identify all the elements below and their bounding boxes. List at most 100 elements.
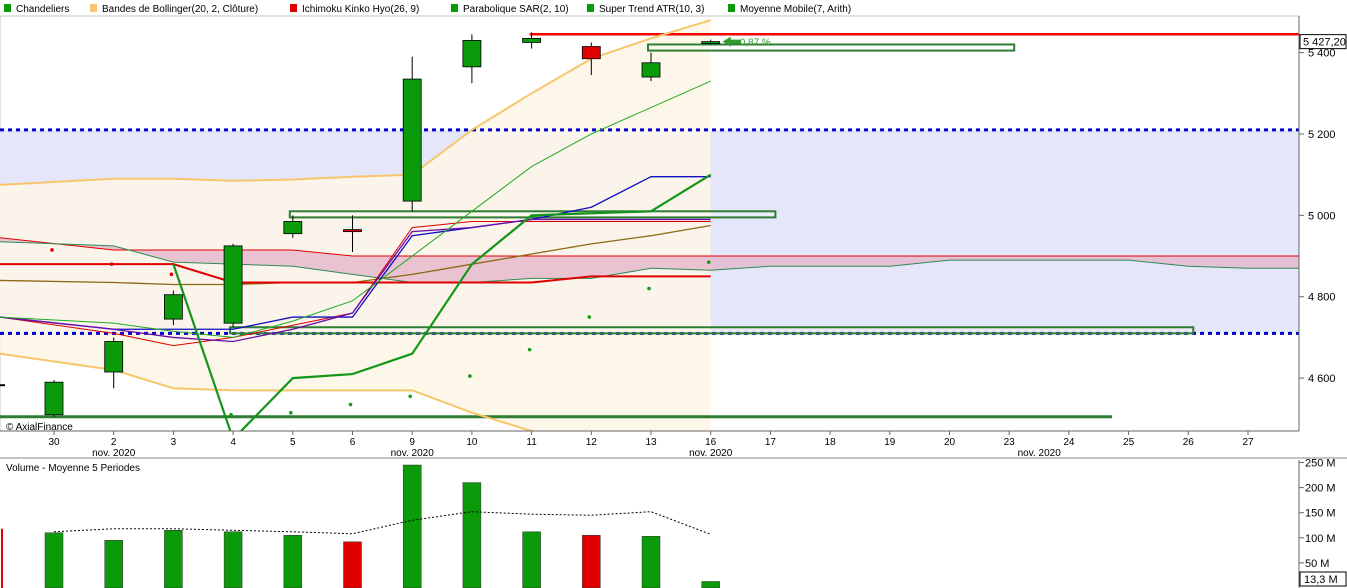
candle-body [44, 381, 64, 416]
legend-label: Bandes de Bollinger(20, 2, Clôture) [102, 4, 258, 15]
support-zone [647, 43, 1016, 52]
candle-body [581, 46, 601, 60]
candle-body [104, 341, 124, 373]
sar-icon [451, 4, 458, 12]
sar-dot [169, 272, 174, 277]
volume-bar [164, 530, 183, 588]
volume-tick-label: 200 M [1305, 483, 1336, 495]
sar-dot [468, 374, 472, 378]
volume-bar [402, 464, 422, 588]
date-tick-label: 27 [1242, 437, 1254, 448]
date-tick-label: 30 [48, 437, 60, 448]
date-tick-label: 16 [705, 437, 717, 448]
date-tick-label: 5 [290, 437, 296, 448]
volume-tick-label: 150 M [1305, 508, 1336, 520]
date-tick-label: 4 [230, 437, 236, 448]
candle-body [462, 40, 482, 68]
volume-tick-label: 250 M [1305, 458, 1336, 470]
volume-last-label: 13,3 M [1304, 574, 1338, 586]
volume-bar [223, 531, 243, 588]
support-zone [229, 326, 1195, 335]
volume-tick-label: 50 M [1305, 558, 1329, 570]
sar-dot [50, 248, 54, 252]
volume-bar [462, 482, 482, 588]
candle [402, 56, 422, 212]
volume-bar [44, 532, 64, 588]
legend-label: Moyenne Mobile(7, Arith) [740, 4, 851, 15]
sar-dot [706, 260, 711, 264]
candle-icon [4, 4, 11, 12]
price-tick-label: 5 000 [1308, 210, 1336, 222]
watermark: © AxialFinance [6, 422, 73, 433]
volume-bar [701, 581, 720, 588]
date-tick-label: 18 [825, 437, 837, 448]
price-tick-label: 4 600 [1308, 373, 1336, 385]
legend-label: Parabolique SAR(2, 10) [463, 4, 569, 15]
volume-axis: 50 M 100 M 150 M 200 M 250 M 13,3 M [1298, 458, 1347, 588]
month-label: nov. 2020 [1018, 448, 1062, 459]
ma-icon [728, 4, 735, 12]
legend: Chandeliers Bandes de Bollinger(20, 2, Cl… [4, 4, 851, 15]
date-tick-label: 19 [884, 437, 896, 448]
date-tick-label: 24 [1063, 437, 1075, 448]
legend-entry: Super Trend ATR(10, 3) [587, 4, 704, 15]
sar-dot [527, 347, 532, 352]
volume-bar [641, 536, 661, 588]
month-label: nov. 2020 [391, 448, 435, 459]
sar-dot [348, 402, 353, 407]
legend-label: Chandeliers [16, 4, 69, 15]
sar-dot [229, 412, 233, 417]
chart-root: Chandeliers Bandes de Bollinger(20, 2, Cl… [0, 4, 1347, 588]
candle-body [701, 41, 721, 45]
candle-body [522, 37, 541, 43]
supertrend-icon [587, 4, 594, 12]
candle-body [163, 294, 183, 320]
date-tick-label: 23 [1004, 437, 1016, 448]
date-tick-label: 10 [466, 437, 478, 448]
volume-bar [522, 531, 541, 588]
candle [223, 243, 243, 328]
candle-body [641, 62, 661, 78]
date-tick-label: 26 [1183, 437, 1195, 448]
date-tick-label: 3 [171, 437, 177, 448]
month-label: nov. 2020 [92, 448, 136, 459]
legend-entry: Parabolique SAR(2, 10) [451, 4, 569, 15]
date-tick-label: 13 [645, 437, 657, 448]
sar-dot [109, 262, 114, 266]
volume-tick-label: 100 M [1305, 533, 1336, 545]
date-tick-label: 17 [765, 437, 777, 448]
sar-dot [408, 394, 413, 399]
volume-bar [582, 535, 601, 588]
volume-bar [283, 535, 303, 588]
pct-change-label: 0,87 % [740, 38, 771, 49]
candle-body [283, 221, 303, 235]
date-tick-label: 12 [586, 437, 598, 448]
legend-entry: Moyenne Mobile(7, Arith) [728, 4, 851, 15]
legend-entry: Bandes de Bollinger(20, 2, Clôture) [90, 4, 258, 15]
bollinger-icon [90, 4, 97, 12]
candle-body [223, 245, 243, 324]
date-tick-label: 25 [1123, 437, 1135, 448]
month-label: nov. 2020 [689, 448, 733, 459]
date-tick-label: 11 [526, 437, 537, 448]
sar-dot [587, 315, 592, 319]
volume-title: Volume - Moyenne 5 Periodes [6, 463, 140, 474]
date-tick-label: 6 [350, 437, 356, 448]
legend-label: Ichimoku Kinko Hyo(26, 9) [302, 4, 419, 15]
left-marker [0, 384, 5, 387]
price-tick-label: 4 800 [1308, 292, 1336, 304]
price-tick-label: 5 200 [1308, 129, 1336, 141]
date-tick-label: 2 [111, 437, 117, 448]
volume-bar [343, 541, 362, 588]
date-axis: 30 2 3 4 5 6 9 10 11 12 13 16 17 18 19 20 23 24 25 26 27nov.… [0, 430, 1299, 459]
date-tick-label: 20 [944, 437, 956, 448]
ichimoku-icon [290, 4, 297, 12]
last-price-label: 5 427,20 [1303, 37, 1346, 49]
sar-dot [289, 410, 293, 415]
price-tick-label: 5 400 [1308, 48, 1336, 60]
candle-body [402, 78, 422, 202]
volume-bar [104, 540, 123, 588]
legend-entry: Chandeliers [4, 4, 69, 15]
candle [44, 380, 64, 417]
date-tick-label: 9 [409, 437, 415, 448]
